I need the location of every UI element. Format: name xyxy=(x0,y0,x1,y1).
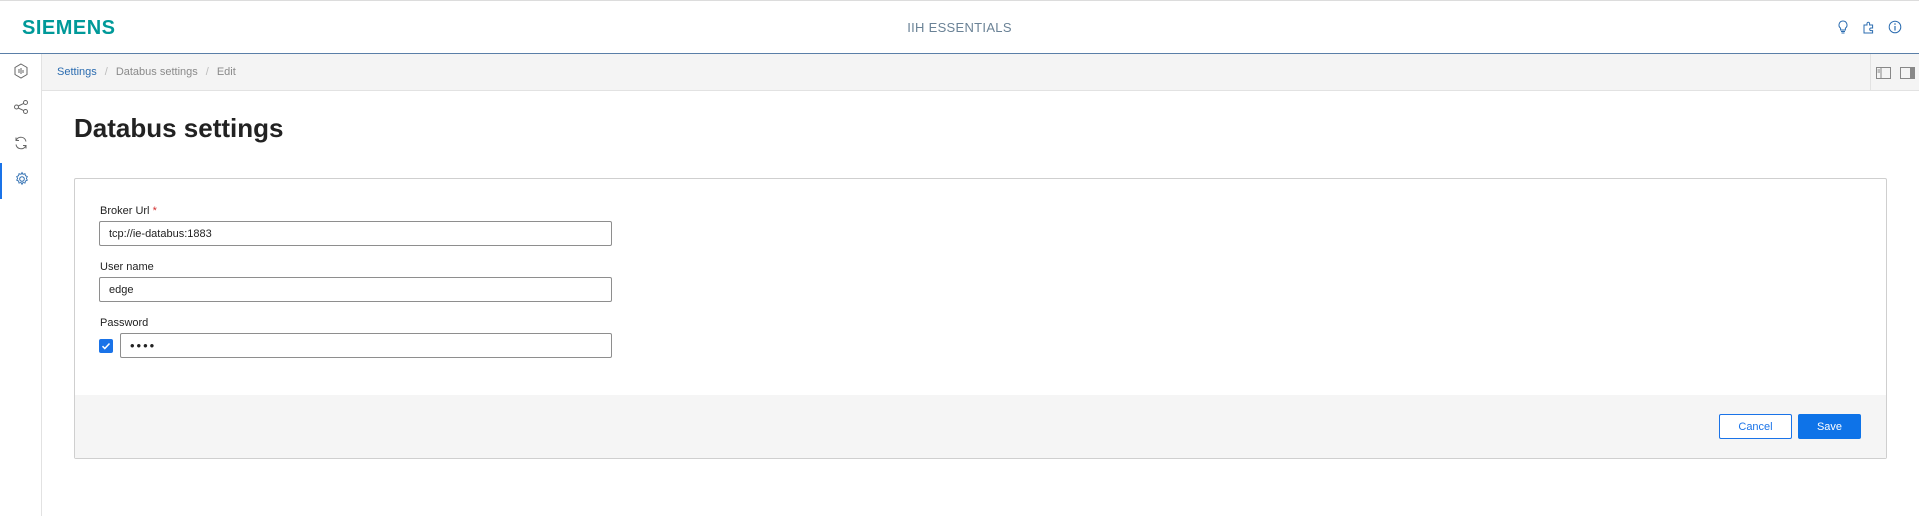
broker-url-label: Broker Url * xyxy=(100,205,157,217)
checkmark-icon xyxy=(101,342,111,350)
settings-form-card: Broker Url * tcp://ie-databus:1883 User … xyxy=(74,178,1887,459)
form-footer xyxy=(75,395,1886,458)
password-input[interactable]: •••• xyxy=(120,333,612,358)
cancel-button[interactable]: Cancel xyxy=(1719,414,1792,439)
password-label: Password xyxy=(100,317,149,329)
breadcrumb-bar: Settings / Databus settings / Edit xyxy=(42,54,1919,91)
breadcrumb-item-settings[interactable]: Settings xyxy=(57,66,97,78)
user-name-input[interactable]: edge xyxy=(99,277,612,302)
app-title: IIH ESSENTIALS xyxy=(907,20,1012,35)
right-panel-toggle-icon[interactable] xyxy=(1895,54,1919,91)
gear-icon xyxy=(14,171,30,192)
layout-tools xyxy=(1870,54,1919,91)
sync-icon xyxy=(13,135,29,156)
lightbulb-icon[interactable] xyxy=(1835,19,1851,35)
info-icon[interactable] xyxy=(1887,19,1903,35)
top-bar: SIEMENS IIH ESSENTIALS xyxy=(0,0,1919,54)
breadcrumb: Settings / Databus settings / Edit xyxy=(57,66,236,78)
sidebar xyxy=(0,54,42,516)
broker-url-input[interactable]: tcp://ie-databus:1883 xyxy=(99,221,612,246)
page-title: Databus settings xyxy=(74,113,284,143)
sidebar-item-settings[interactable] xyxy=(0,163,42,199)
share-nodes-icon xyxy=(13,99,29,120)
breadcrumb-item-databus-settings[interactable]: Databus settings xyxy=(116,66,198,78)
required-mark: * xyxy=(152,205,157,217)
sidebar-item-dashboard[interactable] xyxy=(0,55,42,91)
user-name-label: User name xyxy=(100,261,154,273)
broker-url-label-text: Broker Url xyxy=(100,205,150,217)
breadcrumb-separator: / xyxy=(104,66,108,78)
hexagon-chart-icon xyxy=(13,62,29,84)
left-panel-toggle-icon[interactable] xyxy=(1871,54,1895,91)
password-checkbox[interactable] xyxy=(99,339,113,353)
breadcrumb-separator: / xyxy=(205,66,209,78)
header-actions xyxy=(1835,19,1903,35)
sidebar-item-sync[interactable] xyxy=(0,127,42,163)
save-button[interactable]: Save xyxy=(1798,414,1861,439)
breadcrumb-item-edit: Edit xyxy=(216,66,236,78)
sidebar-item-connections[interactable] xyxy=(0,91,42,127)
puzzle-icon[interactable] xyxy=(1861,19,1877,35)
